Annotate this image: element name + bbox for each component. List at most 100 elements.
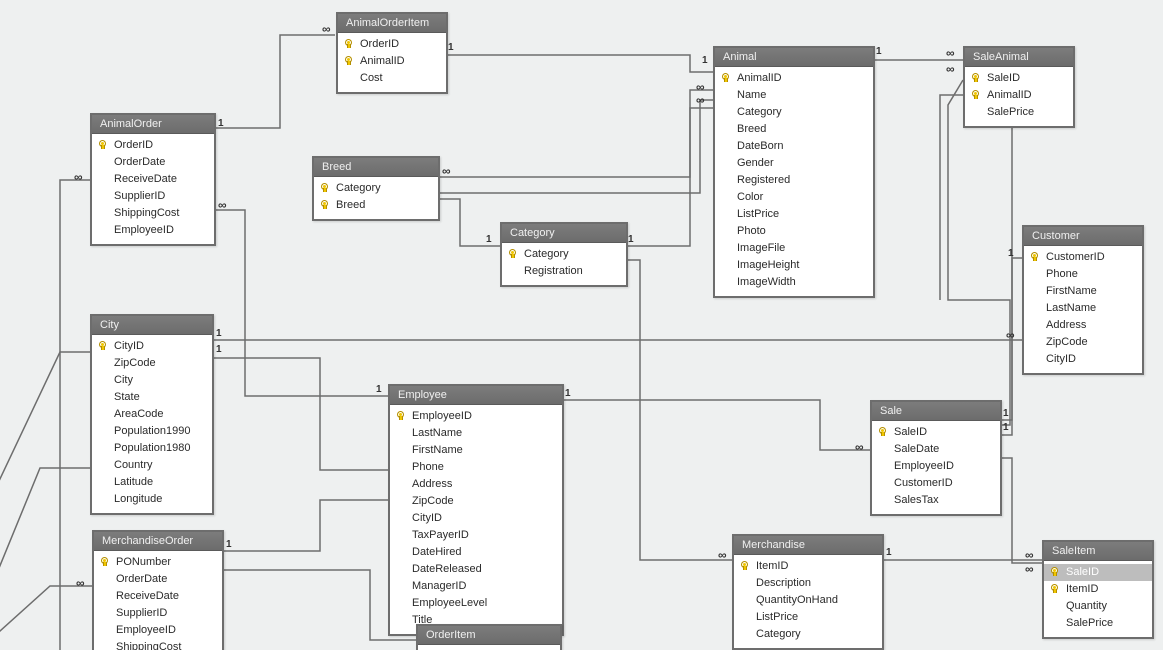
field[interactable]: Category bbox=[734, 626, 882, 643]
field[interactable]: SaleID bbox=[965, 70, 1073, 87]
field[interactable]: ListPrice bbox=[734, 609, 882, 626]
field-list: SaleID AnimalID SalePrice bbox=[965, 67, 1073, 126]
field[interactable]: AnimalID bbox=[338, 53, 446, 70]
field[interactable]: SaleID bbox=[872, 424, 1000, 441]
cardinality-one: 1 bbox=[218, 118, 224, 129]
field[interactable]: FirstName bbox=[1024, 283, 1142, 300]
field[interactable]: OrderID bbox=[338, 36, 446, 53]
field[interactable]: SalePrice bbox=[965, 104, 1073, 121]
field[interactable]: Quantity bbox=[1044, 598, 1152, 615]
field[interactable]: SalesTax bbox=[872, 492, 1000, 509]
field[interactable]: EmployeeID bbox=[390, 408, 562, 425]
entity-title: MerchandiseOrder bbox=[94, 532, 222, 551]
entity-merchandise[interactable]: Merchandise ItemID Description QuantityO… bbox=[732, 534, 884, 650]
field[interactable]: ImageWidth bbox=[715, 274, 873, 291]
field[interactable]: ShippingCost bbox=[92, 205, 214, 222]
cardinality-one: 1 bbox=[486, 234, 492, 245]
entity-animal-order-item[interactable]: AnimalOrderItem OrderID AnimalID Cost bbox=[336, 12, 448, 94]
field[interactable]: ZipCode bbox=[1024, 334, 1142, 351]
field[interactable]: ImageHeight bbox=[715, 257, 873, 274]
field[interactable]: ItemID bbox=[1044, 581, 1152, 598]
field[interactable]: Gender bbox=[715, 155, 873, 172]
field[interactable]: DateReleased bbox=[390, 561, 562, 578]
field[interactable]: CityID bbox=[1024, 351, 1142, 368]
field[interactable]: Population1980 bbox=[92, 440, 212, 457]
field[interactable]: Photo bbox=[715, 223, 873, 240]
field[interactable]: CustomerID bbox=[872, 475, 1000, 492]
field[interactable]: OrderID bbox=[92, 137, 214, 154]
field[interactable]: PONumber bbox=[94, 554, 222, 571]
field[interactable]: ZipCode bbox=[92, 355, 212, 372]
field[interactable]: ReceiveDate bbox=[92, 171, 214, 188]
field[interactable]: EmployeeLevel bbox=[390, 595, 562, 612]
field[interactable]: Population1990 bbox=[92, 423, 212, 440]
entity-breed[interactable]: Breed Category Breed bbox=[312, 156, 440, 221]
field[interactable]: ZipCode bbox=[390, 493, 562, 510]
field[interactable]: LastName bbox=[390, 425, 562, 442]
field[interactable]: Registration bbox=[502, 263, 626, 280]
field[interactable]: Category bbox=[502, 246, 626, 263]
entity-title: AnimalOrder bbox=[92, 115, 214, 134]
field[interactable]: Cost bbox=[338, 70, 446, 87]
field[interactable]: CityID bbox=[92, 338, 212, 355]
field[interactable]: EmployeeID bbox=[872, 458, 1000, 475]
field[interactable]: DateBorn bbox=[715, 138, 873, 155]
field[interactable]: ShippingCost bbox=[94, 639, 222, 650]
entity-category[interactable]: Category Category Registration bbox=[500, 222, 628, 287]
field[interactable]: Phone bbox=[1024, 266, 1142, 283]
field[interactable]: EmployeeID bbox=[92, 222, 214, 239]
entity-animal-order[interactable]: AnimalOrder OrderID OrderDate ReceiveDat… bbox=[90, 113, 216, 246]
field[interactable]: ManagerID bbox=[390, 578, 562, 595]
field[interactable]: Name bbox=[715, 87, 873, 104]
field[interactable]: Phone bbox=[390, 459, 562, 476]
field[interactable]: EmployeeID bbox=[94, 622, 222, 639]
field[interactable]: FirstName bbox=[390, 442, 562, 459]
field[interactable]: CityID bbox=[390, 510, 562, 527]
er-diagram-canvas[interactable]: 1 ∞ 1 1 1 ∞ ∞ ∞ ∞ ∞ 1 1 ∞ 1 ∞ 1 1 ∞ 1 ∞ … bbox=[0, 0, 1163, 650]
field[interactable]: Country bbox=[92, 457, 212, 474]
field[interactable]: AnimalID bbox=[715, 70, 873, 87]
field[interactable]: ReceiveDate bbox=[94, 588, 222, 605]
field[interactable]: OrderDate bbox=[92, 154, 214, 171]
entity-order-item[interactable]: OrderItem PONumber bbox=[416, 624, 562, 650]
field[interactable]: SalePrice bbox=[1044, 615, 1152, 632]
entity-employee[interactable]: Employee EmployeeID LastName FirstName P… bbox=[388, 384, 564, 636]
entity-city[interactable]: City CityID ZipCode City State AreaCode … bbox=[90, 314, 214, 515]
field[interactable]: Breed bbox=[314, 197, 438, 214]
entity-sale-animal[interactable]: SaleAnimal SaleID AnimalID SalePrice bbox=[963, 46, 1075, 128]
field[interactable]: Latitude bbox=[92, 474, 212, 491]
entity-customer[interactable]: Customer CustomerID Phone FirstName Last… bbox=[1022, 225, 1144, 375]
field[interactable]: SupplierID bbox=[94, 605, 222, 622]
field[interactable]: Longitude bbox=[92, 491, 212, 508]
field[interactable]: Registered bbox=[715, 172, 873, 189]
field[interactable]: AreaCode bbox=[92, 406, 212, 423]
entity-title: Merchandise bbox=[734, 536, 882, 555]
field[interactable]: City bbox=[92, 372, 212, 389]
field[interactable]: Color bbox=[715, 189, 873, 206]
field[interactable]: TaxPayerID bbox=[390, 527, 562, 544]
field[interactable]: Breed bbox=[715, 121, 873, 138]
field[interactable]: ListPrice bbox=[715, 206, 873, 223]
field[interactable]: Description bbox=[734, 575, 882, 592]
field[interactable]: State bbox=[92, 389, 212, 406]
field-list: CustomerID Phone FirstName LastName Addr… bbox=[1024, 246, 1142, 373]
field[interactable]: QuantityOnHand bbox=[734, 592, 882, 609]
field[interactable]: ImageFile bbox=[715, 240, 873, 257]
field[interactable]: ItemID bbox=[734, 558, 882, 575]
field[interactable]: LastName bbox=[1024, 300, 1142, 317]
entity-merchandise-order[interactable]: MerchandiseOrder PONumber OrderDate Rece… bbox=[92, 530, 224, 650]
field[interactable]: SaleID bbox=[1044, 564, 1152, 581]
entity-sale[interactable]: Sale SaleID SaleDate EmployeeID Customer… bbox=[870, 400, 1002, 516]
field[interactable]: SupplierID bbox=[92, 188, 214, 205]
field[interactable]: Address bbox=[1024, 317, 1142, 334]
field[interactable]: Category bbox=[715, 104, 873, 121]
field[interactable]: DateHired bbox=[390, 544, 562, 561]
field[interactable]: Category bbox=[314, 180, 438, 197]
field[interactable]: AnimalID bbox=[965, 87, 1073, 104]
field[interactable]: Address bbox=[390, 476, 562, 493]
field[interactable]: CustomerID bbox=[1024, 249, 1142, 266]
field[interactable]: OrderDate bbox=[94, 571, 222, 588]
field[interactable]: SaleDate bbox=[872, 441, 1000, 458]
entity-animal[interactable]: Animal AnimalID Name Category Breed Date… bbox=[713, 46, 875, 298]
entity-sale-item[interactable]: SaleItem SaleID ItemID Quantity SalePric… bbox=[1042, 540, 1154, 639]
